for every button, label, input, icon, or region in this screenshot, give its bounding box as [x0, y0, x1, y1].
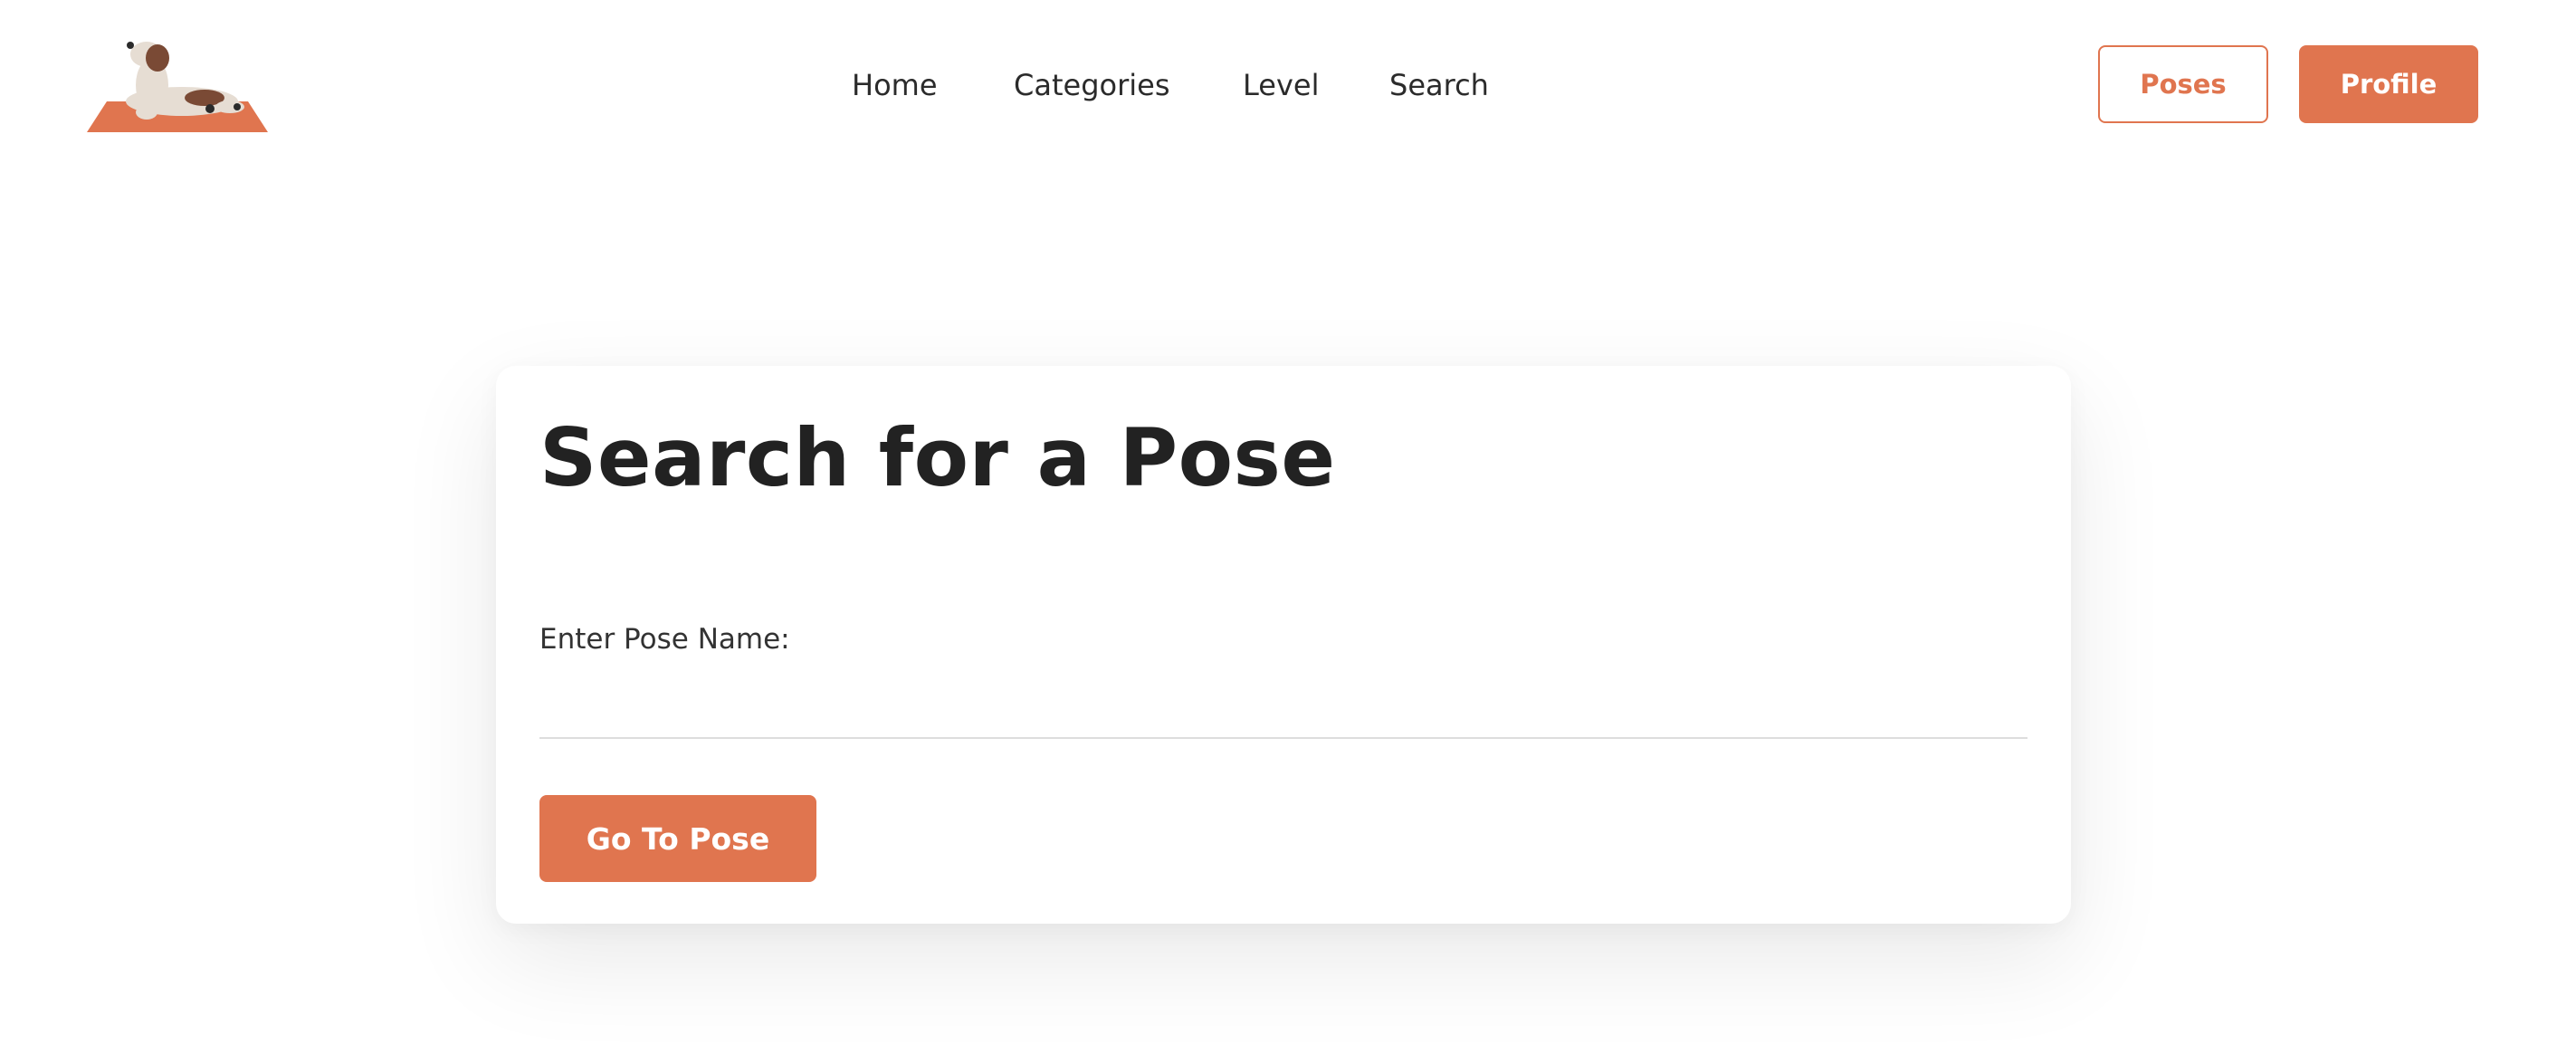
pose-name-label: Enter Pose Name:: [539, 623, 790, 656]
nav-link-level[interactable]: Level: [1243, 62, 1319, 109]
nav-link-home[interactable]: Home: [852, 62, 938, 109]
page-title: Search for a Pose: [539, 411, 1336, 504]
profile-button[interactable]: Profile: [2299, 45, 2478, 123]
nav-link-search[interactable]: Search: [1389, 62, 1489, 109]
search-card: Search for a Pose Enter Pose Name: Go To…: [496, 366, 2071, 924]
site-header: Home Categories Level Search Poses Profi…: [0, 0, 2576, 172]
nav-link-categories[interactable]: Categories: [1014, 62, 1169, 109]
poses-button[interactable]: Poses: [2098, 45, 2268, 123]
go-to-pose-button[interactable]: Go To Pose: [539, 795, 816, 882]
pose-name-input[interactable]: [539, 674, 2027, 739]
